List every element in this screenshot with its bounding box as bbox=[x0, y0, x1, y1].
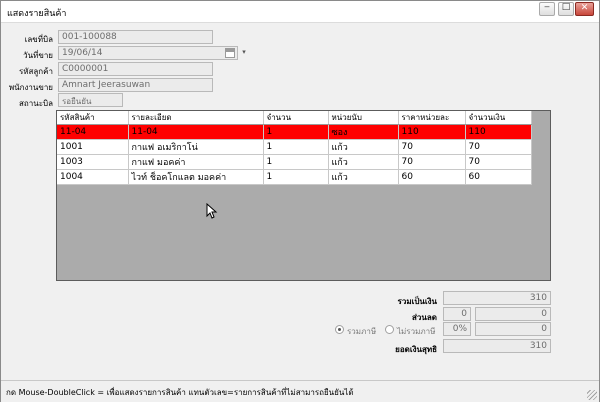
salesperson-label: พนักงานขาย bbox=[8, 83, 53, 92]
bill-no-field[interactable]: 001-100088 bbox=[58, 30, 213, 44]
cell-amount: 110 bbox=[465, 124, 532, 140]
cell-code: 11-04 bbox=[57, 124, 129, 140]
cell-amount: 70 bbox=[465, 139, 532, 155]
vat-rate-field[interactable]: 0% bbox=[443, 322, 471, 336]
vat-included-label: รวมภาษี bbox=[347, 327, 377, 336]
discount-percent-field[interactable]: 0 bbox=[443, 307, 471, 321]
items-grid[interactable]: รหัสสินค้า รายละเอียด จำนวน หน่วยนับ ราค… bbox=[56, 110, 551, 281]
cell-unit: แก้ว bbox=[328, 154, 399, 170]
cell-description: กาแฟ อเมริกาโน่ bbox=[128, 139, 264, 155]
cell-qty: 1 bbox=[263, 124, 329, 140]
minimize-button[interactable] bbox=[539, 2, 555, 16]
cell-description: กาแฟ มอคค่า bbox=[128, 154, 264, 170]
cell-amount: 70 bbox=[465, 154, 532, 170]
title-bar: แสดงรายสินค้า bbox=[1, 1, 599, 23]
cell-qty: 1 bbox=[263, 169, 329, 185]
cell-code: 1004 bbox=[57, 169, 129, 185]
vat-amount-field[interactable]: 0 bbox=[475, 322, 551, 336]
net-total-field[interactable]: 310 bbox=[443, 339, 551, 353]
cell-unit: แก้ว bbox=[328, 169, 399, 185]
items-table: รหัสสินค้า รายละเอียด จำนวน หน่วยนับ ราค… bbox=[57, 111, 532, 185]
table-row[interactable]: 1001 กาแฟ อเมริกาโน่ 1 แก้ว 70 70 bbox=[57, 139, 532, 155]
status-bar: กด Mouse-DoubleClick = เพื่อแสดงรายการสิ… bbox=[1, 380, 599, 402]
cell-qty: 1 bbox=[263, 139, 329, 155]
sale-date-value: 19/06/14 bbox=[62, 48, 103, 58]
close-button[interactable] bbox=[575, 2, 594, 16]
cell-unit-price: 60 bbox=[398, 169, 466, 185]
cell-unit-price: 70 bbox=[398, 139, 466, 155]
cell-qty: 1 bbox=[263, 154, 329, 170]
col-header-description[interactable]: รายละเอียด bbox=[128, 111, 264, 125]
subtotal-field[interactable]: 310 bbox=[443, 291, 551, 305]
window-title: แสดงรายสินค้า bbox=[7, 9, 67, 19]
subtotal-label: รวมเป็นเงิน bbox=[397, 297, 437, 306]
discount-amount-field[interactable]: 0 bbox=[475, 307, 551, 321]
cell-code: 1003 bbox=[57, 154, 129, 170]
status-text: กด Mouse-DoubleClick = เพื่อแสดงรายการสิ… bbox=[6, 388, 354, 397]
sale-date-picker[interactable]: 19/06/14 bbox=[58, 46, 238, 60]
cell-unit-price: 70 bbox=[398, 154, 466, 170]
customer-code-label: รหัสลูกค้า bbox=[18, 67, 53, 76]
salesperson-field[interactable]: Amnart Jeerasuwan bbox=[58, 78, 213, 92]
vat-excluded-radio[interactable] bbox=[385, 325, 394, 334]
cell-unit: แก้ว bbox=[328, 139, 399, 155]
vat-included-radio[interactable] bbox=[335, 325, 344, 334]
cell-amount: 60 bbox=[465, 169, 532, 185]
cell-description: ไวท์ ช็อคโกแลต มอคค่า bbox=[128, 169, 264, 185]
cell-unit-price: 110 bbox=[398, 124, 466, 140]
table-row[interactable]: 11-04 11-04 1 ซอง 110 110 bbox=[57, 124, 532, 140]
sale-date-label: วันที่ขาย bbox=[23, 51, 53, 60]
bill-status-field[interactable]: รอยืนยัน bbox=[58, 93, 123, 107]
col-header-unit-price[interactable]: ราคาหน่วยละ bbox=[398, 111, 466, 125]
cell-description: 11-04 bbox=[128, 124, 264, 140]
bill-no-label: เลขที่บิล bbox=[24, 35, 53, 44]
col-header-amount[interactable]: จำนวนเงิน bbox=[465, 111, 532, 125]
bill-status-label: สถานะบิล bbox=[19, 99, 53, 108]
maximize-button[interactable] bbox=[558, 2, 574, 16]
table-row[interactable]: 1003 กาแฟ มอคค่า 1 แก้ว 70 70 bbox=[57, 154, 532, 170]
table-row[interactable]: 1004 ไวท์ ช็อคโกแลต มอคค่า 1 แก้ว 60 60 bbox=[57, 169, 532, 185]
col-header-code[interactable]: รหัสสินค้า bbox=[57, 111, 129, 125]
customer-code-field[interactable]: C0000001 bbox=[58, 62, 213, 76]
calendar-icon[interactable] bbox=[225, 48, 235, 58]
mouse-cursor-icon bbox=[206, 203, 218, 219]
vat-excluded-label: ไม่รวมภาษี bbox=[397, 327, 436, 336]
col-header-unit[interactable]: หน่วยนับ bbox=[328, 111, 399, 125]
sales-items-window: แสดงรายสินค้า เลขที่บิล 001-100088 วันที… bbox=[0, 0, 600, 402]
resize-grip-icon[interactable] bbox=[587, 390, 597, 400]
cell-code: 1001 bbox=[57, 139, 129, 155]
chevron-down-icon[interactable]: ▾ bbox=[239, 46, 249, 58]
cell-unit: ซอง bbox=[328, 124, 399, 140]
col-header-qty[interactable]: จำนวน bbox=[263, 111, 329, 125]
discount-label: ส่วนลด bbox=[412, 313, 437, 322]
grid-header-row: รหัสสินค้า รายละเอียด จำนวน หน่วยนับ ราค… bbox=[57, 111, 532, 125]
net-total-label: ยอดเงินสุทธิ bbox=[395, 345, 437, 354]
